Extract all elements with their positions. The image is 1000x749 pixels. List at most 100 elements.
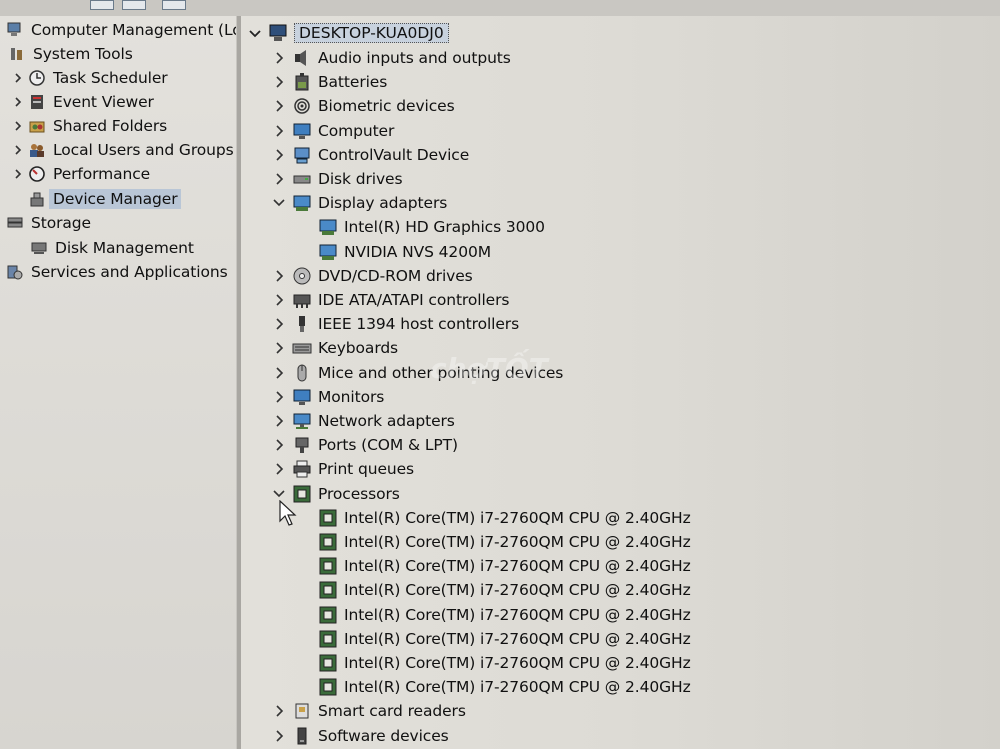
keyboard-icon xyxy=(291,337,313,359)
clock-icon xyxy=(26,67,48,89)
tree-item-label: Local Users and Groups xyxy=(53,141,234,159)
chevron-down-icon[interactable] xyxy=(271,191,287,215)
device-category[interactable]: Software devices xyxy=(271,724,449,748)
device-icon xyxy=(291,144,313,166)
tree-item-label: Performance xyxy=(53,165,151,183)
chevron-right-icon[interactable] xyxy=(271,361,287,385)
device-label: DVD/CD-ROM drives xyxy=(318,267,473,285)
device-category[interactable]: Computer xyxy=(271,119,394,143)
tree-item-label: Computer Management (Local xyxy=(31,21,236,39)
device-item[interactable]: Intel(R) Core(TM) i7-2760QM CPU @ 2.40GH… xyxy=(317,651,691,675)
shared-folder-icon xyxy=(26,115,48,137)
device-category[interactable]: Ports (COM & LPT) xyxy=(271,433,458,457)
tree-item-event-viewer[interactable]: Event Viewer xyxy=(10,90,154,114)
tree-item-services[interactable]: Services and Applications xyxy=(4,260,228,284)
device-label: NVIDIA NVS 4200M xyxy=(344,243,491,261)
device-item[interactable]: Intel(R) Core(TM) i7-2760QM CPU @ 2.40GH… xyxy=(317,675,691,699)
device-label: Intel(R) Core(TM) i7-2760QM CPU @ 2.40GH… xyxy=(344,606,691,624)
device-label: Ports (COM & LPT) xyxy=(318,436,458,454)
performance-icon xyxy=(26,163,48,185)
tree-item-storage[interactable]: Storage xyxy=(4,211,91,235)
chevron-right-icon[interactable] xyxy=(271,143,287,167)
chevron-right-icon[interactable] xyxy=(271,724,287,748)
toolbar-button[interactable] xyxy=(90,0,114,10)
device-category[interactable]: DVD/CD-ROM drives xyxy=(271,264,473,288)
device-category[interactable]: Keyboards xyxy=(271,336,398,360)
tree-item-computer-management[interactable]: Computer Management (Local xyxy=(4,18,236,42)
chevron-right-icon[interactable] xyxy=(10,138,26,162)
tree-item-device-manager[interactable]: Device Manager xyxy=(26,187,182,211)
device-manager-icon xyxy=(26,188,48,210)
chevron-right-icon[interactable] xyxy=(271,46,287,70)
device-category[interactable]: Print queues xyxy=(271,457,414,481)
device-category[interactable]: IEEE 1394 host controllers xyxy=(271,312,519,336)
device-label: ControlVault Device xyxy=(318,146,470,164)
device-category[interactable]: Smart card readers xyxy=(271,699,466,723)
processor-icon xyxy=(317,604,339,626)
device-item[interactable]: Intel(R) Core(TM) i7-2760QM CPU @ 2.40GH… xyxy=(317,603,691,627)
device-category[interactable]: Network adapters xyxy=(271,409,455,433)
device-category[interactable]: Monitors xyxy=(271,385,384,409)
fingerprint-icon xyxy=(291,95,313,117)
chevron-right-icon[interactable] xyxy=(10,114,26,138)
device-item[interactable]: Intel(R) Core(TM) i7-2760QM CPU @ 2.40GH… xyxy=(317,578,691,602)
device-label: Network adapters xyxy=(318,412,455,430)
chevron-right-icon[interactable] xyxy=(271,94,287,118)
tree-item-disk-management[interactable]: Disk Management xyxy=(28,236,194,260)
chevron-right-icon[interactable] xyxy=(271,288,287,312)
device-category[interactable]: ControlVault Device xyxy=(271,143,469,167)
chevron-right-icon[interactable] xyxy=(271,699,287,723)
software-device-icon xyxy=(291,725,313,747)
device-label: Keyboards xyxy=(318,339,399,357)
toolbar-button[interactable] xyxy=(162,0,186,10)
device-category[interactable]: Biometric devices xyxy=(271,94,455,118)
device-item[interactable]: Intel(R) Core(TM) i7-2760QM CPU @ 2.40GH… xyxy=(317,530,691,554)
tree-item-performance[interactable]: Performance xyxy=(10,162,150,186)
tree-item-system-tools[interactable]: System Tools xyxy=(6,42,133,66)
device-item[interactable]: NVIDIA NVS 4200M xyxy=(317,240,491,264)
device-item[interactable]: Intel(R) Core(TM) i7-2760QM CPU @ 2.40GH… xyxy=(317,627,691,651)
chevron-right-icon[interactable] xyxy=(271,433,287,457)
chevron-right-icon[interactable] xyxy=(271,119,287,143)
device-label: Computer xyxy=(318,122,395,140)
chevron-right-icon[interactable] xyxy=(271,385,287,409)
chevron-right-icon[interactable] xyxy=(10,66,26,90)
chevron-right-icon[interactable] xyxy=(271,409,287,433)
display-adapter-icon xyxy=(291,192,313,214)
device-label: IDE ATA/ATAPI controllers xyxy=(318,291,510,309)
device-category[interactable]: IDE ATA/ATAPI controllers xyxy=(271,288,509,312)
device-label: Intel(R) Core(TM) i7-2760QM CPU @ 2.40GH… xyxy=(344,533,691,551)
chevron-right-icon[interactable] xyxy=(271,457,287,481)
chevron-right-icon[interactable] xyxy=(271,264,287,288)
device-label: Intel(R) Core(TM) i7-2760QM CPU @ 2.40GH… xyxy=(344,581,691,599)
device-item[interactable]: Intel(R) HD Graphics 3000 xyxy=(317,215,545,239)
tree-item-shared-folders[interactable]: Shared Folders xyxy=(10,114,167,138)
device-category[interactable]: Batteries xyxy=(271,70,387,94)
device-host-node[interactable]: DESKTOP-KUA0DJ0 xyxy=(247,21,449,45)
services-icon xyxy=(4,261,26,283)
display-adapter-icon xyxy=(317,241,339,263)
device-label: Batteries xyxy=(318,73,388,91)
tree-item-local-users[interactable]: Local Users and Groups xyxy=(10,138,234,162)
tree-item-task-scheduler[interactable]: Task Scheduler xyxy=(10,66,168,90)
mouse-icon xyxy=(291,362,313,384)
dvd-icon xyxy=(291,265,313,287)
device-label: Intel(R) Core(TM) i7-2760QM CPU @ 2.40GH… xyxy=(344,630,691,648)
printer-icon xyxy=(291,458,313,480)
device-label: Print queues xyxy=(318,460,415,478)
chevron-right-icon[interactable] xyxy=(10,162,26,186)
chevron-right-icon[interactable] xyxy=(271,312,287,336)
chevron-right-icon[interactable] xyxy=(271,70,287,94)
toolbar-button[interactable] xyxy=(122,0,146,10)
device-item[interactable]: Intel(R) Core(TM) i7-2760QM CPU @ 2.40GH… xyxy=(317,506,691,530)
chevron-right-icon[interactable] xyxy=(271,167,287,191)
device-category[interactable]: Display adapters xyxy=(271,191,447,215)
monitor-icon xyxy=(291,386,313,408)
processor-icon xyxy=(317,555,339,577)
device-item[interactable]: Intel(R) Core(TM) i7-2760QM CPU @ 2.40GH… xyxy=(317,554,691,578)
device-category[interactable]: Disk drives xyxy=(271,167,403,191)
device-category[interactable]: Audio inputs and outputs xyxy=(271,46,511,70)
chevron-down-icon[interactable] xyxy=(247,21,263,45)
chevron-right-icon[interactable] xyxy=(271,336,287,360)
chevron-right-icon[interactable] xyxy=(10,90,26,114)
